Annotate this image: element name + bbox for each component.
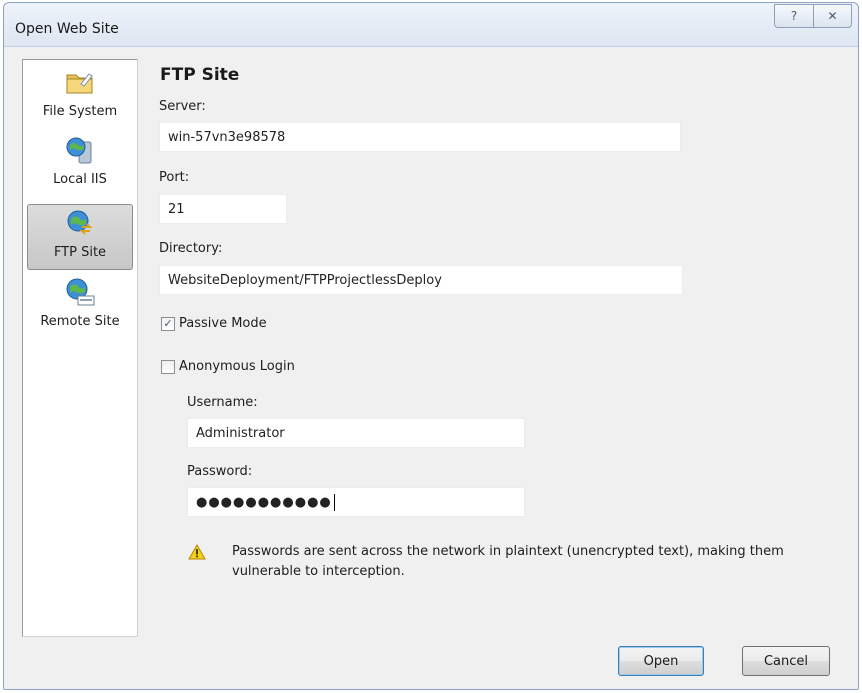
sidebar-item-label: File System [42,104,118,119]
port-value: 21 [168,201,185,217]
close-icon: ✕ [827,9,838,23]
username-input[interactable]: Administrator [187,418,525,448]
location-sidebar: File System Local IIS FTP Site Remote Si… [22,59,138,637]
warning-message: Passwords are sent across the network in… [232,544,784,579]
anonymous-login-row[interactable]: Anonymous Login [161,359,295,374]
password-label: Password: [187,464,253,479]
help-icon: ? [790,9,798,23]
anonymous-login-label: Anonymous Login [179,359,295,374]
sidebar-item-label: FTP Site [53,245,107,260]
password-value: ●●●●●●●●●●● [196,494,332,510]
username-value: Administrator [196,425,285,441]
passive-mode-label: Passive Mode [179,316,267,331]
help-button[interactable]: ? [775,5,813,27]
passive-mode-checkbox[interactable]: ✓ [161,316,175,331]
port-label: Port: [159,170,190,185]
sidebar-item-local-iis[interactable]: Local IIS [27,132,133,198]
server-input[interactable]: win-57vn3e98578 [159,122,681,152]
sidebar-item-ftp-site[interactable]: FTP Site [27,204,133,270]
username-label: Username: [187,395,258,410]
open-button[interactable]: Open [618,646,704,676]
directory-label: Directory: [159,241,223,256]
sidebar-item-file-system[interactable]: File System [27,64,133,130]
password-input[interactable]: ●●●●●●●●●●● [187,487,525,517]
directory-input[interactable]: WebsiteDeployment/FTPProjectlessDeploy [159,265,683,295]
text-caret [333,493,335,511]
sidebar-item-remote-site[interactable]: Remote Site [27,274,133,340]
anonymous-login-checkbox[interactable] [161,359,175,374]
open-web-site-dialog: Open Web Site ? ✕ File System Local IIS … [3,2,859,690]
passive-mode-row[interactable]: ✓ Passive Mode [161,316,267,331]
page-title: FTP Site [160,65,240,85]
port-input[interactable]: 21 [159,194,287,224]
http-globe-icon [66,278,95,306]
sidebar-item-label: Local IIS [53,172,107,187]
sidebar-item-label: Remote Site [40,314,120,329]
warning-icon [188,544,206,560]
server-globe-icon [66,137,92,164]
directory-value: WebsiteDeployment/FTPProjectlessDeploy [168,272,442,288]
window-title: Open Web Site [15,21,119,37]
title-bar: Open Web Site ? ✕ [4,3,858,47]
server-label: Server: [159,99,206,114]
title-bar-buttons: ? ✕ [774,4,852,28]
folder-icon [66,73,93,94]
cancel-button[interactable]: Cancel [742,646,830,676]
close-button[interactable]: ✕ [813,5,851,27]
ftp-globe-icon [67,210,93,235]
server-value: win-57vn3e98578 [168,129,286,145]
